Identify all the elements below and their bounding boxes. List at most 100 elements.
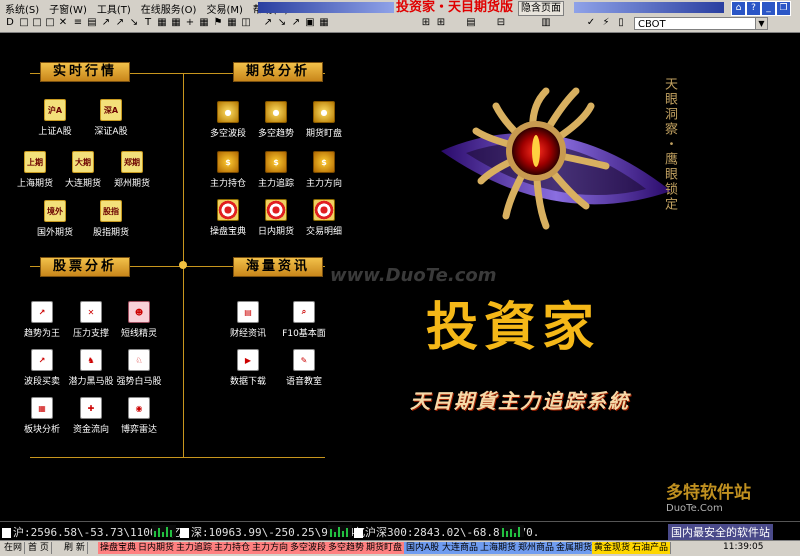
foreign-futures-icon: 境外 bbox=[44, 200, 66, 222]
shortcut-shenzhen-a[interactable]: 深A 深证A股 bbox=[83, 99, 139, 137]
tab-domestic-a-shares[interactable]: 国内A股 bbox=[404, 542, 443, 554]
status-online-label: 在网 bbox=[2, 542, 26, 554]
window-icon[interactable]: □ bbox=[31, 17, 43, 29]
gold-pot-icon: ● bbox=[313, 101, 335, 123]
check-icon[interactable]: ✓ bbox=[585, 17, 597, 29]
tab-main-tracking[interactable]: 主力追踪 bbox=[174, 542, 216, 554]
shortcut-financial-news[interactable]: ▤ 财经资讯 bbox=[220, 301, 276, 339]
shortcut-trade-details[interactable]: 交易明细 bbox=[296, 199, 352, 237]
shortcut-voice-classroom[interactable]: ✎ 语音教室 bbox=[276, 349, 332, 387]
shortcut-index-futures[interactable]: 股指 股指期货 bbox=[83, 200, 139, 238]
zhengzhou-futures-icon: 郑期 bbox=[121, 151, 143, 173]
line-tool-icon[interactable]: ↘ bbox=[276, 17, 288, 29]
line-tool-icon[interactable]: ↗ bbox=[100, 17, 112, 29]
tab-futures-watch[interactable]: 期货盯盘 bbox=[364, 542, 406, 554]
chevron-down-icon[interactable]: ▼ bbox=[755, 18, 767, 29]
dollar-coin-icon: $ bbox=[265, 151, 287, 173]
add-icon[interactable]: + bbox=[184, 17, 196, 29]
shortcut-game-radar[interactable]: ◉ 博弈雷达 bbox=[111, 397, 167, 435]
tab-oil-products[interactable]: 石油产品 bbox=[630, 542, 672, 554]
list-icon[interactable]: ▤ bbox=[465, 17, 477, 29]
line-tool-icon[interactable]: ↘ bbox=[128, 17, 140, 29]
save-icon[interactable]: ▯ bbox=[615, 17, 627, 29]
shortcut-short-line-spirit[interactable]: ☻ 短线精灵 bbox=[111, 301, 167, 339]
grid-icon[interactable]: ▤ bbox=[86, 17, 98, 29]
exchange-select-value: CBOT bbox=[638, 19, 666, 30]
hidden-page-button[interactable]: 隐含页面 bbox=[518, 1, 564, 16]
shortcut-sector-analysis[interactable]: ▦ 板块分析 bbox=[14, 397, 70, 435]
help-icon[interactable]: ? bbox=[746, 1, 761, 16]
menu-system[interactable]: 系统(S) bbox=[0, 1, 44, 16]
tab-long-short-band[interactable]: 多空波段 bbox=[288, 542, 330, 554]
tab-trading-guide[interactable]: 操盘宝典 bbox=[98, 542, 140, 554]
tab-dalian-commodities[interactable]: 大连商品 bbox=[440, 542, 482, 554]
close-icon[interactable]: ✕ bbox=[57, 17, 69, 29]
exchange-select[interactable]: CBOT ▼ bbox=[634, 17, 768, 30]
line-tool-icon[interactable]: ↗ bbox=[262, 17, 274, 29]
tab-zhengzhou-commodities[interactable]: 郑州商品 bbox=[516, 542, 558, 554]
list-icon[interactable]: ≡ bbox=[72, 17, 84, 29]
shortcut-label: 博弈雷达 bbox=[120, 425, 157, 435]
new-icon[interactable]: D bbox=[4, 17, 16, 29]
shortcut-label: 语音教室 bbox=[285, 377, 322, 387]
window-icon[interactable]: □ bbox=[44, 17, 56, 29]
home-icon[interactable]: ⌂ bbox=[731, 1, 746, 16]
tab-long-short-trend[interactable]: 多空趋势 bbox=[326, 542, 368, 554]
text-tool-icon[interactable]: T bbox=[142, 17, 154, 29]
menu-trade[interactable]: 交易(M) bbox=[201, 1, 247, 16]
tab-main-direction[interactable]: 主力方向 bbox=[250, 542, 292, 554]
tab-metal-futures[interactable]: 金属期货 bbox=[554, 542, 596, 554]
tab-refresh[interactable]: 刷 新 bbox=[62, 542, 88, 554]
shortcut-f10-fundamentals[interactable]: ⌕ F10基本面 bbox=[276, 301, 332, 339]
menu-tools[interactable]: 工具(T) bbox=[92, 1, 136, 16]
table-icon[interactable]: ▦ bbox=[198, 17, 210, 29]
shortcut-zhengzhou-futures[interactable]: 郑期 郑州期货 bbox=[104, 151, 160, 189]
table-icon[interactable]: ⊟ bbox=[495, 17, 507, 29]
menu-online-service[interactable]: 在线服务(O) bbox=[136, 1, 202, 16]
sh-volume-mini-chart bbox=[152, 525, 176, 537]
tab-shanghai-futures[interactable]: 上海期货 bbox=[478, 542, 520, 554]
grid-icon[interactable]: ⊞ bbox=[420, 17, 432, 29]
grid-icon[interactable]: ▦ bbox=[318, 17, 330, 29]
shortcut-label: F10基本面 bbox=[282, 329, 326, 339]
box-icon[interactable]: ▣ bbox=[304, 17, 316, 29]
index-bar: 沪:2596.58\-53.73\1100.0亿 深:10963.99\-250… bbox=[0, 521, 800, 540]
chart-icon[interactable]: ▦ bbox=[156, 17, 168, 29]
dollar-coin-icon: $ bbox=[217, 151, 239, 173]
site-logo-name: 多特软件站 bbox=[666, 483, 751, 503]
title-gradient-left bbox=[258, 2, 394, 13]
tab-intraday-futures[interactable]: 日内期货 bbox=[136, 542, 178, 554]
radar-icon: ◉ bbox=[128, 397, 150, 419]
shortcut-main-direction[interactable]: $ 主力方向 bbox=[296, 151, 352, 189]
flag-icon[interactable]: ⚑ bbox=[212, 17, 224, 29]
chart-icon[interactable]: ▦ bbox=[226, 17, 238, 29]
line-tool-icon[interactable]: ↗ bbox=[114, 17, 126, 29]
shortcut-label: 交易明细 bbox=[305, 227, 342, 237]
shortcut-dalian-futures[interactable]: 大期 大连期货 bbox=[55, 151, 111, 189]
grid-icon[interactable]: ⊞ bbox=[435, 17, 447, 29]
shortcut-label: 国外期货 bbox=[36, 228, 73, 238]
chart-icon[interactable]: ▥ bbox=[540, 17, 552, 29]
shortcut-foreign-futures[interactable]: 境外 国外期货 bbox=[27, 200, 83, 238]
shortcut-trend-king[interactable]: ↗ 趋势为王 bbox=[14, 301, 70, 339]
shortcut-label: 主力方向 bbox=[305, 179, 342, 189]
minimize-icon[interactable]: _ bbox=[761, 1, 776, 16]
tab-home[interactable]: 首 页 bbox=[26, 542, 52, 554]
tab-gold-spot[interactable]: 黄金现货 bbox=[592, 542, 634, 554]
window-icon[interactable]: ◫ bbox=[240, 17, 252, 29]
window-icon[interactable]: □ bbox=[18, 17, 30, 29]
shortcut-futures-watch[interactable]: ● 期货盯盘 bbox=[296, 101, 352, 139]
line-tool-icon[interactable]: ↗ bbox=[290, 17, 302, 29]
shortcut-strong-white-horse[interactable]: ♘ 强势白马股 bbox=[111, 349, 167, 387]
restore-icon[interactable]: ❐ bbox=[776, 1, 791, 16]
chart-icon[interactable]: ▦ bbox=[170, 17, 182, 29]
shortcut-band-trading[interactable]: ↗ 波段买卖 bbox=[14, 349, 70, 387]
shortcut-data-download[interactable]: ▶ 数据下载 bbox=[220, 349, 276, 387]
tab-main-position[interactable]: 主力持仓 bbox=[212, 542, 254, 554]
lightning-icon[interactable]: ⚡ bbox=[600, 17, 612, 29]
menu-subwindow[interactable]: 子窗(W) bbox=[44, 1, 92, 16]
shortcut-shanghai-a[interactable]: 沪A 上证A股 bbox=[27, 99, 83, 137]
section-title-info: 海量资讯 bbox=[233, 257, 323, 277]
app-title: 投资家・天目期货版 bbox=[396, 0, 514, 15]
center-dot bbox=[179, 261, 187, 269]
